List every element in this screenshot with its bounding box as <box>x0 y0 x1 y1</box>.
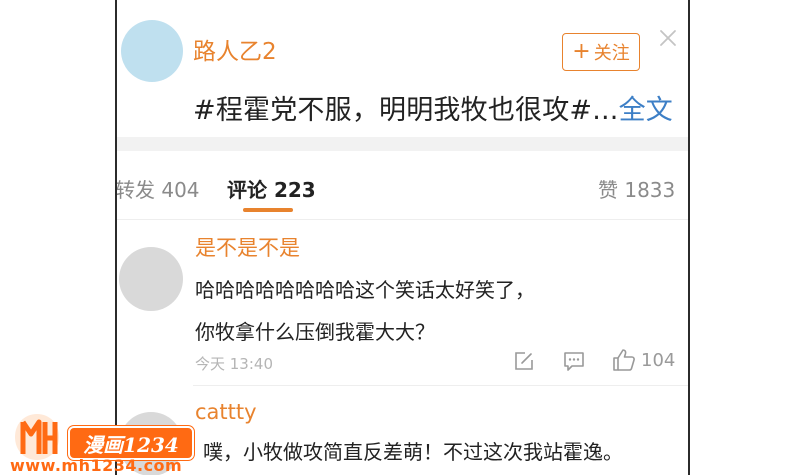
section-separator <box>117 137 688 151</box>
comment-reply-icon[interactable] <box>562 349 586 373</box>
commenter-name[interactable]: 是不是不是 <box>195 232 300 262</box>
comment-divider <box>193 385 688 386</box>
weibo-post-frame: 路人乙2 + 关注 #程霍党不服，明明我牧也很攻#...全文 转发 404 评论… <box>115 0 690 475</box>
comment-text-line: 哈哈哈哈哈哈哈哈这个笑话太好笑了， <box>195 278 535 302</box>
tab-likes[interactable]: 赞 1833 <box>598 174 675 203</box>
comment-text-line: 你牧拿什么压倒我霍大大？ <box>195 320 435 344</box>
post-author-avatar[interactable] <box>121 20 183 82</box>
post-author-name[interactable]: 路人乙2 <box>193 32 277 66</box>
tab-reposts[interactable]: 转发 404 <box>117 174 200 203</box>
site-logo-icon <box>15 414 59 460</box>
like-thumb-icon[interactable] <box>611 347 637 373</box>
watermark-url: www.mh1234.com <box>10 456 183 475</box>
commenter-name[interactable]: cattty <box>195 400 257 424</box>
expand-full-text-link[interactable]: 全文 <box>619 95 673 126</box>
follow-label: 关注 <box>593 43 630 64</box>
edit-icon[interactable] <box>513 350 535 372</box>
watermark-badge: 漫画1234 <box>68 426 194 460</box>
comment-text-line: 噗，小牧做攻简直反差萌！不过这次我站霍逸。 <box>203 440 623 464</box>
active-tab-indicator <box>243 208 293 212</box>
commenter-avatar[interactable] <box>119 247 183 311</box>
post-text: #程霍党不服，明明我牧也很攻#...全文 <box>193 88 673 127</box>
tab-comments[interactable]: 评论 223 <box>227 174 316 203</box>
close-icon[interactable] <box>657 27 679 49</box>
plus-icon: + <box>572 39 591 64</box>
comment-timestamp: 今天 13:40 <box>195 355 273 373</box>
follow-button[interactable]: + 关注 <box>562 33 640 71</box>
like-count: 104 <box>641 350 676 371</box>
tabs-divider <box>117 219 688 220</box>
post-body: #程霍党不服，明明我牧也很攻#... <box>193 95 619 126</box>
